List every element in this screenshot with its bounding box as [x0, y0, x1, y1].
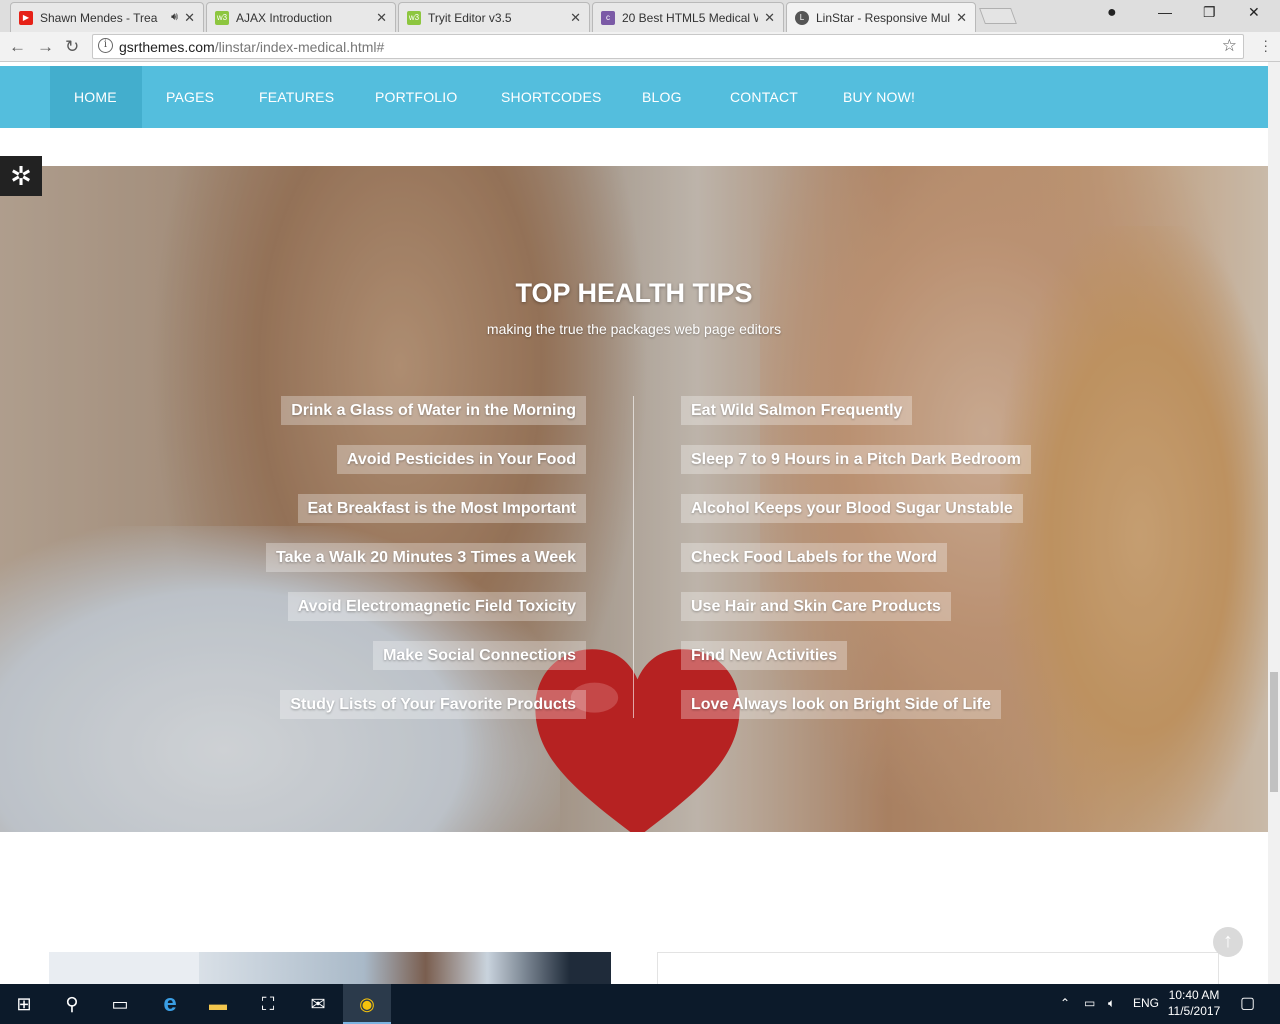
url-host: gsrthemes.com — [119, 39, 215, 55]
tips-divider — [633, 396, 634, 718]
feature-image-card — [49, 952, 611, 984]
speaker-icon[interactable]: 🔊︎ — [171, 11, 178, 24]
hero-title: TOP HEALTH TIPS — [515, 278, 753, 308]
hero-overlay — [0, 166, 1268, 832]
close-tab-icon[interactable]: ✕ — [570, 10, 581, 26]
nav-pages[interactable]: PAGES — [142, 66, 238, 128]
reload-icon[interactable]: ↻ — [65, 37, 79, 57]
tip-item: Check Food Labels for the Word — [681, 543, 947, 572]
address-bar[interactable]: i gsrthemes.com/linstar/index-medical.ht… — [92, 34, 1244, 59]
bookmark-star-icon[interactable]: ☆ — [1222, 36, 1237, 56]
tip-item: Avoid Electromagnetic Field Toxicity — [287, 592, 586, 621]
doctors-photo — [199, 952, 611, 984]
close-tab-icon[interactable]: ✕ — [956, 10, 967, 26]
style-switcher-gear-icon[interactable]: ✲ — [0, 156, 42, 196]
scrollbar-thumb[interactable] — [1270, 672, 1278, 792]
search-icon[interactable]: ⚲ — [48, 984, 96, 1024]
tab-title: AJAX Introduction — [236, 10, 333, 25]
tip-item: Alcohol Keeps your Blood Sugar Unstable — [681, 494, 1023, 523]
hero-subtitle: making the true the packages web page ed… — [486, 321, 782, 337]
back-icon[interactable]: ← — [9, 37, 26, 57]
tip-item: Eat Breakfast is the Most Important — [297, 494, 586, 523]
w3schools-icon: w3 — [407, 10, 421, 25]
close-tab-icon[interactable]: ✕ — [764, 10, 775, 26]
tip-item: Make Social Connections — [373, 641, 586, 670]
tab-title: LinStar - Responsive Mul — [816, 10, 951, 25]
chrome-icon[interactable]: ◉ — [343, 984, 391, 1024]
nav-shortcodes[interactable]: SHORTCODES — [477, 66, 626, 128]
w3schools-icon: w3 — [215, 10, 229, 25]
close-tab-icon[interactable]: ✕ — [184, 10, 195, 26]
nav-contact[interactable]: CONTACT — [706, 66, 822, 128]
windows-start-icon[interactable]: ⊞ — [0, 984, 48, 1024]
close-tab-icon[interactable]: ✕ — [376, 10, 387, 26]
web-page: HOME PAGES FEATURES PORTFOLIO SHORTCODES… — [0, 62, 1268, 984]
network-icon[interactable]: ▭ — [1084, 996, 1095, 1010]
show-hidden-icons-icon[interactable]: ⌃ — [1060, 996, 1070, 1010]
tip-item: Find New Activities — [681, 641, 848, 670]
info-icon[interactable]: i — [98, 38, 113, 53]
language-indicator[interactable]: ENG — [1133, 996, 1159, 1010]
task-view-icon[interactable]: ▭ — [96, 984, 144, 1024]
colorlib-icon: c — [601, 10, 615, 25]
browser-tab-active[interactable]: L LinStar - Responsive Mul ✕ — [786, 2, 976, 32]
tab-title: Tryit Editor v3.5 — [428, 10, 512, 25]
browser-toolbar: ← → ↻ i gsrthemes.com/linstar/index-medi… — [0, 32, 1280, 62]
health-tips-hero: TOP HEALTH TIPS making the true the pack… — [0, 166, 1268, 832]
nav-home[interactable]: HOME — [50, 66, 142, 128]
browser-tab[interactable]: w3 AJAX Introduction ✕ — [206, 2, 396, 32]
store-icon[interactable]: ⛶ — [244, 984, 292, 1024]
mail-icon[interactable]: ✉ — [294, 984, 342, 1024]
tip-item: Sleep 7 to 9 Hours in a Pitch Dark Bedro… — [681, 445, 1031, 474]
new-tab-button[interactable] — [979, 8, 1017, 24]
edge-icon[interactable]: e — [146, 984, 194, 1024]
browser-tab[interactable]: ▶ Shawn Mendes - Trea 🔊︎ ✕ — [10, 2, 204, 32]
clock[interactable]: 10:40 AM 11/5/2017 — [1162, 987, 1226, 1019]
nav-blog[interactable]: BLOG — [618, 66, 706, 128]
forward-icon[interactable]: → — [37, 37, 54, 57]
close-window-icon[interactable]: ✕ — [1248, 4, 1260, 21]
tab-title: 20 Best HTML5 Medical W — [622, 10, 759, 25]
tip-item: Take a Walk 20 Minutes 3 Times a Week — [266, 543, 586, 572]
clock-time: 10:40 AM — [1168, 988, 1220, 1002]
tip-item: Drink a Glass of Water in the Morning — [281, 396, 586, 425]
browser-tab[interactable]: w3 Tryit Editor v3.5 ✕ — [398, 2, 590, 32]
url-text[interactable]: gsrthemes.com/linstar/index-medical.html… — [119, 39, 384, 55]
page-scrollbar[interactable] — [1268, 62, 1280, 984]
tip-item: Love Always look on Bright Side of Life — [681, 690, 1001, 719]
nav-buy-now[interactable]: BUY NOW! — [819, 66, 939, 128]
restore-icon[interactable]: ❐ — [1203, 4, 1216, 21]
volume-icon[interactable]: 🔈︎ — [1108, 996, 1115, 1011]
tip-item: Study Lists of Your Favorite Products — [280, 690, 586, 719]
tip-item: Use Hair and Skin Care Products — [681, 592, 951, 621]
action-center-icon[interactable]: ▢ — [1240, 993, 1255, 1013]
browser-tab[interactable]: c 20 Best HTML5 Medical W ✕ — [592, 2, 784, 32]
youtube-icon: ▶ — [19, 10, 33, 25]
letter-l-icon: L — [795, 10, 809, 25]
nav-features[interactable]: FEATURES — [235, 66, 358, 128]
browser-menu-icon[interactable]: · · · — [1263, 33, 1268, 57]
file-explorer-icon[interactable]: ▬ — [194, 984, 242, 1024]
clock-date: 11/5/2017 — [1167, 1004, 1221, 1018]
feature-text-card — [657, 952, 1219, 984]
nav-portfolio[interactable]: PORTFOLIO — [351, 66, 481, 128]
tip-item: Avoid Pesticides in Your Food — [336, 445, 586, 474]
tips-left-column: Drink a Glass of Water in the Morning Av… — [266, 396, 586, 739]
minimize-icon[interactable]: — — [1158, 4, 1172, 20]
windows-taskbar: ⊞ ⚲ ▭ e ▬ ⛶ ✉ ◉ ⌃ ▭ 🔈︎ ENG 10:40 AM 11/5… — [0, 984, 1280, 1024]
tab-title: Shawn Mendes - Trea — [40, 10, 158, 25]
browser-tab-strip: ▶ Shawn Mendes - Trea 🔊︎ ✕ w3 AJAX Intro… — [0, 0, 1280, 32]
main-navbar: HOME PAGES FEATURES PORTFOLIO SHORTCODES… — [0, 66, 1268, 128]
profile-icon[interactable]: ● — [1107, 4, 1117, 22]
scroll-to-top-button[interactable]: ↑ — [1213, 927, 1243, 957]
tip-item: Eat Wild Salmon Frequently — [681, 396, 913, 425]
url-path: /linstar/index-medical.html# — [214, 39, 385, 55]
tips-right-column: Eat Wild Salmon Frequently Sleep 7 to 9 … — [681, 396, 1031, 739]
